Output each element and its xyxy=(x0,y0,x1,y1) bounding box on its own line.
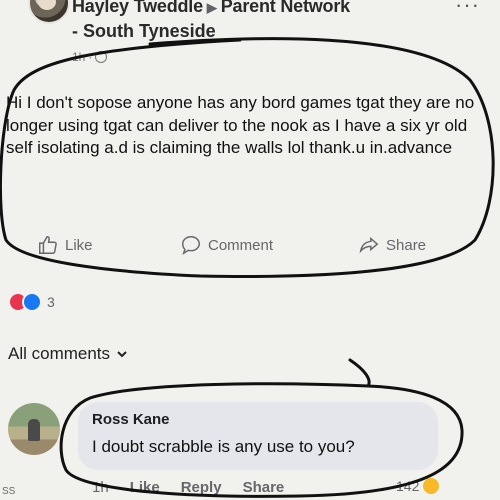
author-name[interactable]: Hayley Tweddle xyxy=(72,0,203,16)
haha-emoji-icon xyxy=(423,478,439,494)
commenter-name[interactable]: Ross Kane xyxy=(92,411,170,428)
comment-filter-dropdown[interactable]: All comments xyxy=(8,344,128,364)
chevron-down-icon xyxy=(117,351,127,358)
like-button[interactable]: Like xyxy=(37,234,93,256)
comment-label: Comment xyxy=(208,236,274,254)
comment-share-button[interactable]: Share xyxy=(243,479,285,496)
like-reaction-icon xyxy=(22,292,42,312)
avatar-face xyxy=(38,0,56,10)
comment-time[interactable]: 1h xyxy=(92,479,109,496)
watermark: SS xyxy=(2,486,16,497)
group-name[interactable]: Parent Network xyxy=(221,0,350,16)
reaction-count: 3 xyxy=(47,294,55,310)
share-button[interactable]: Share xyxy=(358,234,426,256)
separator-dot: · xyxy=(88,50,93,64)
post-time[interactable]: 1h · xyxy=(72,50,108,64)
more-options-icon[interactable]: ··· xyxy=(455,0,480,18)
thumbs-up-icon xyxy=(39,236,57,254)
comment-text: I doubt scrabble is any use to you? xyxy=(92,437,355,456)
globe-icon xyxy=(95,51,108,63)
comment-button[interactable]: Comment xyxy=(180,234,273,256)
comment-filter-label: All comments xyxy=(8,344,111,363)
comment-icon xyxy=(182,236,200,255)
author-avatar[interactable] xyxy=(28,0,70,24)
avatar-figure xyxy=(28,419,40,441)
share-arrow-icon xyxy=(359,236,379,254)
post-time-text: 1h xyxy=(72,50,86,64)
like-label: Like xyxy=(65,236,93,254)
comment-actions: 1h Like Reply Share xyxy=(92,479,284,496)
post-header-line1: Hayley Tweddle ▶ Parent Network xyxy=(72,0,350,17)
post-body: Hi I don't sopose anyone has any bord ga… xyxy=(6,93,475,157)
comment-reaction-count[interactable]: 142 xyxy=(396,478,419,494)
comment-reply-button[interactable]: Reply xyxy=(181,479,222,496)
group-name-line2[interactable]: - South Tyneside xyxy=(72,21,216,42)
arrow-right-icon: ▶ xyxy=(206,0,217,15)
share-label: Share xyxy=(386,236,427,254)
commenter-avatar[interactable] xyxy=(8,403,60,455)
reactions-summary[interactable]: 3 xyxy=(8,292,55,312)
comment-like-button[interactable]: Like xyxy=(130,479,160,496)
